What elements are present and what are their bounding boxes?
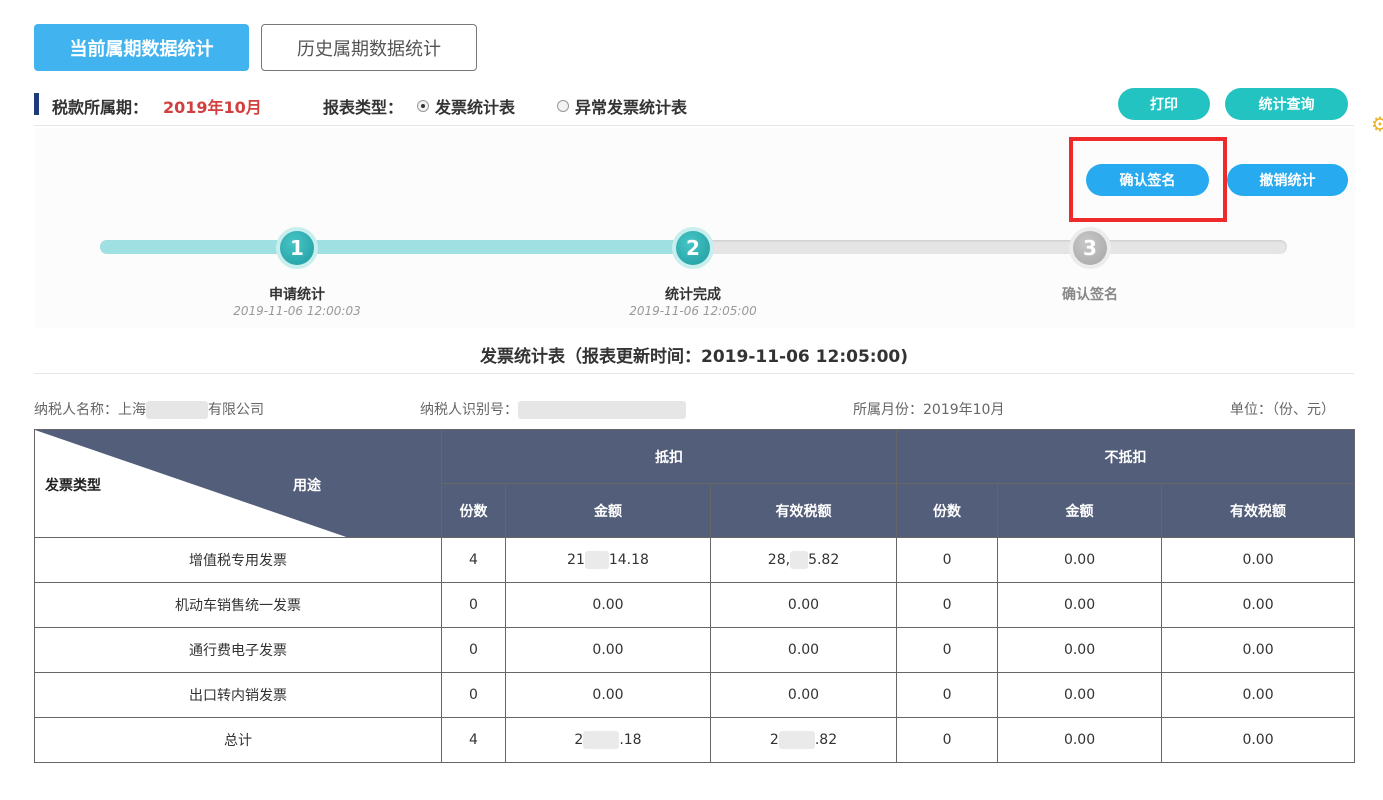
tax-cell: 28, 5.82 bbox=[709, 537, 898, 583]
group-header-nodeduct: 不抵扣 bbox=[896, 429, 1356, 484]
period-tabs: 当前属期数据统计 历史属期数据统计 bbox=[34, 24, 477, 71]
print-button[interactable]: 打印 bbox=[1118, 88, 1210, 120]
table-row: 出口转内销发票 0 0.00 0.00 0 0.00 0.00 bbox=[34, 672, 1356, 718]
step-2-time: 2019-11-06 12:05:00 bbox=[629, 304, 757, 318]
step-1-label: 申请统计 bbox=[269, 287, 325, 303]
step-2-label: 统计完成 bbox=[665, 287, 721, 303]
radio-invoice-stats-label: 发票统计表 bbox=[435, 98, 516, 117]
amount-cell: 0.00 bbox=[505, 582, 711, 628]
report-type-label: 报表类型： bbox=[323, 98, 404, 117]
count-cell: 0 bbox=[896, 717, 999, 763]
amount-cell: 0.00 bbox=[997, 627, 1163, 673]
amount-cell: 0.00 bbox=[997, 717, 1163, 763]
invoice-type-cell: 出口转内销发票 bbox=[34, 672, 442, 718]
section-marker bbox=[34, 93, 39, 115]
table-corner-header: 发票类型 用途 bbox=[34, 429, 442, 538]
radio-abnormal-label: 异常发票统计表 bbox=[575, 98, 688, 117]
taxpayer-name: 纳税人名称：上海 有限公司 bbox=[34, 401, 264, 419]
step-1-circle: 1 bbox=[276, 227, 318, 269]
tax-period-label: 税款所属期： bbox=[52, 98, 149, 117]
redacted-name bbox=[146, 401, 208, 419]
count-cell: 0 bbox=[896, 582, 999, 628]
amount-cell: 0.00 bbox=[997, 537, 1163, 583]
group-header-deduct: 抵扣 bbox=[440, 429, 898, 484]
tax-cell: 0.00 bbox=[1161, 537, 1356, 583]
tax-cell: 0.00 bbox=[709, 582, 898, 628]
count-cell: 0 bbox=[441, 582, 506, 628]
count-cell: 0 bbox=[441, 672, 506, 718]
col-count: 份数 bbox=[441, 483, 506, 538]
col-tax: 有效税额 bbox=[1161, 483, 1356, 538]
step-3-label: 确认签名 bbox=[1062, 287, 1118, 303]
confirm-sign-button[interactable]: 确认签名 bbox=[1086, 164, 1209, 196]
table-row: 机动车销售统一发票 0 0.00 0.00 0 0.00 0.00 bbox=[34, 582, 1356, 628]
progress-fill bbox=[100, 240, 695, 254]
amount-cell: 0.00 bbox=[505, 627, 711, 673]
col-amount: 金额 bbox=[997, 483, 1163, 538]
redacted-id bbox=[518, 401, 686, 419]
radio-unchecked-icon bbox=[557, 100, 569, 112]
col-amount: 金额 bbox=[505, 483, 711, 538]
table-row: 通行费电子发票 0 0.00 0.00 0 0.00 0.00 bbox=[34, 627, 1356, 673]
invoice-type-cell: 机动车销售统一发票 bbox=[34, 582, 442, 628]
amount-cell: 21 14.18 bbox=[505, 537, 711, 583]
redaction-mask bbox=[583, 731, 620, 749]
redaction-mask bbox=[778, 731, 815, 749]
report-title: 发票统计表（报表更新时间：2019-11-06 12:05:00) bbox=[34, 342, 1354, 374]
tax-cell: 0.00 bbox=[1161, 627, 1356, 673]
table-row: 增值税专用发票 4 21 14.18 28, 5.82 0 0.00 0.00 bbox=[34, 537, 1356, 583]
tax-cell: 0.00 bbox=[1161, 672, 1356, 718]
belonging-month: 所属月份：2019年10月 bbox=[853, 402, 1005, 418]
count-cell: 0 bbox=[896, 672, 999, 718]
step-3-circle: 3 bbox=[1069, 227, 1111, 269]
corner-usage: 用途 bbox=[293, 478, 321, 494]
amount-cell: 0.00 bbox=[997, 672, 1163, 718]
redaction-mask bbox=[584, 551, 609, 569]
count-cell: 4 bbox=[441, 537, 506, 583]
tax-cell: 2.82 bbox=[709, 717, 898, 763]
cancel-stats-button[interactable]: 撤销统计 bbox=[1227, 164, 1348, 196]
amount-cell: 0.00 bbox=[997, 582, 1163, 628]
corner-invoice-type: 发票类型 bbox=[45, 478, 101, 494]
invoice-stats-table: 发票类型 用途 抵扣 不抵扣 份数 金额 有效税额 份数 金额 有效税额 增值税… bbox=[34, 429, 1356, 763]
gear-icon: ⚙ bbox=[1371, 112, 1383, 136]
invoice-type-cell: 增值税专用发票 bbox=[34, 537, 442, 583]
invoice-type-cell: 通行费电子发票 bbox=[34, 627, 442, 673]
unit-label: 单位：（份、元） bbox=[1230, 402, 1335, 418]
count-cell: 4 bbox=[441, 717, 506, 763]
step-1-time: 2019-11-06 12:00:03 bbox=[233, 304, 361, 318]
tax-cell: 0.00 bbox=[709, 672, 898, 718]
amount-cell: 0.00 bbox=[505, 672, 711, 718]
tax-cell: 0.00 bbox=[1161, 717, 1356, 763]
radio-abnormal-invoice-stats[interactable]: 异常发票统计表 bbox=[557, 94, 687, 118]
count-cell: 0 bbox=[441, 627, 506, 673]
amount-cell: 2.18 bbox=[505, 717, 711, 763]
tab-current-period[interactable]: 当前属期数据统计 bbox=[34, 24, 249, 71]
step-2-circle: 2 bbox=[672, 227, 714, 269]
invoice-type-cell: 总计 bbox=[34, 717, 442, 763]
col-count: 份数 bbox=[896, 483, 999, 538]
taxpayer-id: 纳税人识别号： bbox=[420, 399, 686, 419]
count-cell: 0 bbox=[896, 537, 999, 583]
redaction-mask bbox=[790, 551, 809, 569]
tax-period-value: 2019年10月 bbox=[163, 98, 262, 117]
tax-cell: 0.00 bbox=[709, 627, 898, 673]
radio-invoice-stats[interactable]: 发票统计表 bbox=[417, 94, 515, 118]
count-cell: 0 bbox=[896, 627, 999, 673]
stats-query-button[interactable]: 统计查询 bbox=[1225, 88, 1348, 120]
tax-cell: 0.00 bbox=[1161, 582, 1356, 628]
col-tax: 有效税额 bbox=[709, 483, 898, 538]
tab-history-period[interactable]: 历史属期数据统计 bbox=[261, 24, 477, 71]
table-row-total: 总计 4 2.18 2.82 0 0.00 0.00 bbox=[34, 717, 1356, 763]
radio-checked-icon bbox=[417, 100, 429, 112]
